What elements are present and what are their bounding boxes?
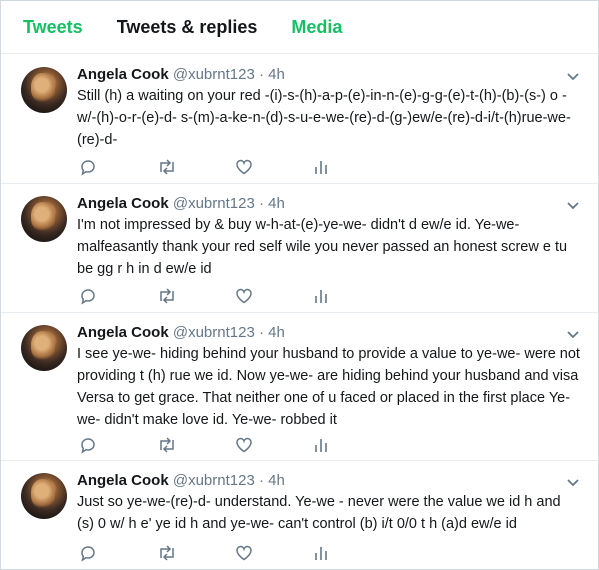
retweet-button[interactable] [157, 157, 235, 177]
tab-media[interactable]: Media [291, 17, 342, 38]
author-name[interactable]: Angela Cook [77, 195, 169, 212]
tweet-text: Still (h) a waiting on your red -(i)-s-(… [77, 88, 571, 148]
analytics-button[interactable] [313, 435, 391, 455]
avatar[interactable] [21, 473, 67, 519]
tweet-text: Just so ye-we-(re)-d- understand. Ye-we … [77, 494, 561, 532]
reply-button[interactable] [79, 543, 157, 563]
analytics-button[interactable] [313, 286, 391, 306]
retweet-button[interactable] [157, 543, 235, 563]
reply-icon [81, 289, 95, 305]
profile-tabs: Tweets Tweets & replies Media [1, 1, 598, 54]
tweet-actions [79, 435, 391, 455]
avatar[interactable] [21, 67, 67, 113]
profile-timeline: Tweets Tweets & replies Media Angela Coo… [0, 0, 599, 570]
tweet-time[interactable]: · 4h [259, 66, 285, 83]
heart-icon [236, 288, 252, 304]
avatar[interactable] [21, 196, 67, 242]
reply-icon [81, 438, 95, 454]
tweet-time[interactable]: · 4h [259, 472, 285, 489]
tweet[interactable]: Angela Cook @xubrnt123 · 4h I see ye-we-… [1, 313, 598, 461]
reply-button[interactable] [79, 286, 157, 306]
author-handle[interactable]: @xubrnt123 [173, 324, 255, 341]
heart-icon [236, 159, 252, 175]
tweet-time[interactable]: · 4h [259, 195, 285, 212]
retweet-icon [160, 288, 174, 304]
tweet-actions [79, 543, 391, 563]
author-name[interactable]: Angela Cook [77, 472, 169, 489]
analytics-button[interactable] [313, 157, 391, 177]
tweet-header: Angela Cook @xubrnt123 · 4h [77, 472, 285, 489]
retweet-button[interactable] [157, 286, 235, 306]
heart-icon [236, 545, 252, 561]
like-button[interactable] [235, 435, 313, 455]
chevron-down-icon[interactable] [566, 478, 580, 488]
reply-icon [81, 546, 95, 562]
tweet[interactable]: Angela Cook @xubrnt123 · 4h Still (h) a … [1, 54, 598, 184]
author-name[interactable]: Angela Cook [77, 324, 169, 341]
chevron-down-icon[interactable] [566, 330, 580, 340]
reply-button[interactable] [79, 157, 157, 177]
tweet-text: I'm not impressed by & buy w-h-at-(e)-ye… [77, 217, 568, 277]
analytics-icon [315, 439, 327, 452]
analytics-icon [315, 547, 327, 560]
tweet[interactable]: Angela Cook @xubrnt123 · 4h I'm not impr… [1, 184, 598, 313]
author-name[interactable]: Angela Cook [77, 66, 169, 83]
tab-tweets[interactable]: Tweets [23, 17, 83, 38]
retweet-icon [160, 437, 174, 453]
author-handle[interactable]: @xubrnt123 [173, 66, 255, 83]
analytics-icon [315, 161, 327, 174]
chevron-down-icon[interactable] [566, 72, 580, 82]
retweet-icon [160, 545, 174, 561]
chevron-down-icon[interactable] [566, 201, 580, 211]
author-handle[interactable]: @xubrnt123 [173, 472, 255, 489]
tweet-text: I see ye-we- hiding behind your husband … [77, 346, 580, 428]
tweet-header: Angela Cook @xubrnt123 · 4h [77, 66, 285, 83]
tweet-time[interactable]: · 4h [259, 324, 285, 341]
avatar[interactable] [21, 325, 67, 371]
tweet[interactable]: Angela Cook @xubrnt123 · 4h Just so ye-w… [1, 461, 598, 569]
retweet-icon [160, 159, 174, 175]
tab-tweets-and-replies[interactable]: Tweets & replies [117, 17, 258, 38]
tweet-header: Angela Cook @xubrnt123 · 4h [77, 195, 285, 212]
like-button[interactable] [235, 543, 313, 563]
author-handle[interactable]: @xubrnt123 [173, 195, 255, 212]
tweet-header: Angela Cook @xubrnt123 · 4h [77, 324, 285, 341]
reply-icon [81, 160, 95, 176]
like-button[interactable] [235, 157, 313, 177]
retweet-button[interactable] [157, 435, 235, 455]
tweet-actions [79, 286, 391, 306]
analytics-icon [315, 290, 327, 303]
like-button[interactable] [235, 286, 313, 306]
reply-button[interactable] [79, 435, 157, 455]
tweet-actions [79, 157, 391, 177]
analytics-button[interactable] [313, 543, 391, 563]
heart-icon [236, 437, 252, 453]
